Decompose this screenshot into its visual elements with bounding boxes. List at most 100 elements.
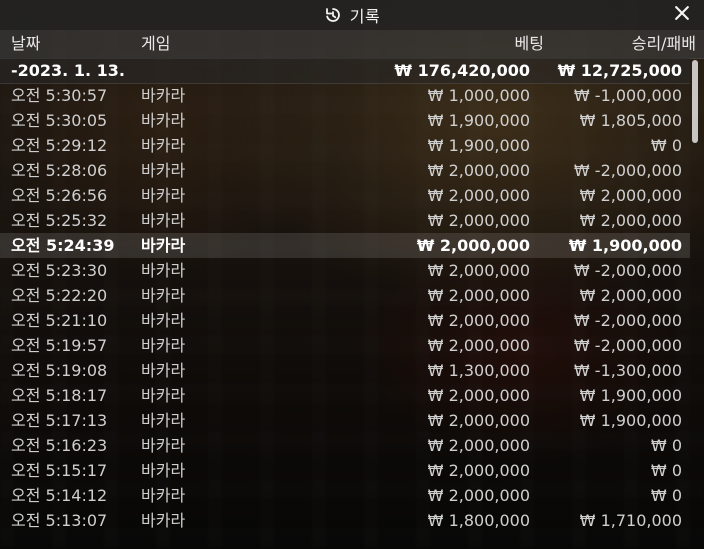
row-result: ₩ 2,000,000	[579, 186, 682, 205]
row-game: 바카라	[141, 361, 186, 380]
row-time: 오전 5:29:12	[11, 136, 108, 155]
history-row[interactable]: 오전 5:25:32 바카라 ₩ 2,000,000 ₩ 2,000,000	[0, 208, 690, 233]
row-result: ₩ -2,000,000	[573, 261, 682, 280]
history-row[interactable]: 오전 5:29:12 바카라 ₩ 1,900,000 ₩ 0	[0, 133, 690, 158]
history-row[interactable]: 오전 5:30:57 바카라 ₩ 1,000,000 ₩ -1,000,000	[0, 83, 690, 108]
row-bet: ₩ 2,000,000	[427, 461, 530, 480]
summary-date: -2023. 1. 13.	[11, 61, 125, 80]
row-result: ₩ 1,710,000	[579, 511, 682, 530]
row-result: ₩ 1,805,000	[579, 111, 682, 130]
row-game: 바카라	[141, 161, 186, 180]
row-bet: ₩ 2,000,000	[427, 311, 530, 330]
row-result: ₩ -1,000,000	[573, 86, 682, 105]
row-game: 바카라	[141, 111, 186, 130]
row-game: 바카라	[141, 236, 186, 255]
column-header-game: 게임	[141, 34, 171, 53]
row-game: 바카라	[141, 211, 186, 230]
row-game: 바카라	[141, 86, 186, 105]
row-time: 오전 5:13:07	[11, 511, 108, 530]
row-game: 바카라	[141, 286, 186, 305]
history-row[interactable]: 오전 5:13:07 바카라 ₩ 1,800,000 ₩ 1,710,000	[0, 508, 690, 533]
row-time: 오전 5:28:06	[11, 161, 108, 180]
history-titlebar: 기록	[0, 0, 704, 30]
history-row[interactable]: 오전 5:19:57 바카라 ₩ 2,000,000 ₩ -2,000,000	[0, 333, 690, 358]
row-time: 오전 5:18:17	[11, 386, 108, 405]
history-row[interactable]: 오전 5:18:17 바카라 ₩ 2,000,000 ₩ 1,900,000	[0, 383, 690, 408]
row-time: 오전 5:23:30	[11, 261, 108, 280]
row-time: 오전 5:15:17	[11, 461, 108, 480]
row-game: 바카라	[141, 261, 186, 280]
history-scrollbar[interactable]	[690, 58, 698, 549]
row-result: ₩ -2,000,000	[573, 161, 682, 180]
row-result: ₩ -2,000,000	[573, 336, 682, 355]
row-time: 오전 5:19:57	[11, 336, 108, 355]
row-time: 오전 5:22:20	[11, 286, 108, 305]
row-bet: ₩ 2,000,000	[427, 211, 530, 230]
history-row[interactable]: 오전 5:19:08 바카라 ₩ 1,300,000 ₩ -1,300,000	[0, 358, 690, 383]
summary-game	[141, 58, 261, 83]
history-row[interactable]: 오전 5:21:10 바카라 ₩ 2,000,000 ₩ -2,000,000	[0, 308, 690, 333]
history-panel: 기록 날짜 게임 베팅 승리/패배 -2023. 1. 13. ₩ 176,42…	[0, 0, 704, 549]
history-row[interactable]: 오전 5:28:06 바카라 ₩ 2,000,000 ₩ -2,000,000	[0, 158, 690, 183]
history-row-highlighted[interactable]: 오전 5:24:39 바카라 ₩ 2,000,000 ₩ 1,900,000	[0, 233, 690, 258]
row-time: 오전 5:30:05	[11, 111, 108, 130]
column-header-bet: 베팅	[514, 34, 544, 53]
row-time: 오전 5:21:10	[11, 311, 108, 330]
row-bet: ₩ 1,900,000	[427, 136, 530, 155]
row-bet: ₩ 2,000,000	[427, 286, 530, 305]
row-bet: ₩ 2,000,000	[427, 186, 530, 205]
row-result: ₩ 0	[650, 436, 682, 455]
close-icon	[672, 3, 692, 27]
row-game: 바카라	[141, 411, 186, 430]
scroll-thumb[interactable]	[692, 60, 698, 143]
close-button[interactable]	[670, 3, 694, 27]
history-row[interactable]: 오전 5:15:17 바카라 ₩ 2,000,000 ₩ 0	[0, 458, 690, 483]
row-result: ₩ 1,900,000	[579, 386, 682, 405]
history-row[interactable]: 오전 5:16:23 바카라 ₩ 2,000,000 ₩ 0	[0, 433, 690, 458]
row-result: ₩ 2,000,000	[579, 286, 682, 305]
row-time: 오전 5:19:08	[11, 361, 108, 380]
row-game: 바카라	[141, 186, 186, 205]
row-game: 바카라	[141, 386, 186, 405]
row-game: 바카라	[141, 486, 186, 505]
row-result: ₩ 2,000,000	[579, 211, 682, 230]
row-result: ₩ -2,000,000	[573, 311, 682, 330]
row-game: 바카라	[141, 311, 186, 330]
summary-result: ₩ 12,725,000	[557, 61, 682, 80]
row-bet: ₩ 2,000,000	[427, 411, 530, 430]
row-bet: ₩ 2,000,000	[427, 486, 530, 505]
history-row[interactable]: 오전 5:23:30 바카라 ₩ 2,000,000 ₩ -2,000,000	[0, 258, 690, 283]
row-bet: ₩ 2,000,000	[427, 261, 530, 280]
column-header-date: 날짜	[11, 34, 41, 53]
row-time: 오전 5:17:13	[11, 411, 108, 430]
row-time: 오전 5:30:57	[11, 86, 108, 105]
row-bet: ₩ 2,000,000	[416, 236, 530, 255]
history-row[interactable]: 오전 5:26:56 바카라 ₩ 2,000,000 ₩ 2,000,000	[0, 183, 690, 208]
history-row[interactable]: 오전 5:30:05 바카라 ₩ 1,900,000 ₩ 1,805,000	[0, 108, 690, 133]
row-bet: ₩ 2,000,000	[427, 386, 530, 405]
row-bet: ₩ 1,000,000	[427, 86, 530, 105]
row-game: 바카라	[141, 511, 186, 530]
row-bet: ₩ 1,800,000	[427, 511, 530, 530]
row-time: 오전 5:25:32	[11, 211, 108, 230]
history-row[interactable]: 오전 5:17:13 바카라 ₩ 2,000,000 ₩ 1,900,000	[0, 408, 690, 433]
summary-bet: ₩ 176,420,000	[394, 61, 530, 80]
column-header-result: 승리/패배	[631, 34, 696, 53]
history-row[interactable]: 오전 5:14:12 바카라 ₩ 2,000,000 ₩ 0	[0, 483, 690, 508]
history-title: 기록	[349, 7, 381, 26]
row-time: 오전 5:24:39	[11, 236, 115, 255]
row-game: 바카라	[141, 136, 186, 155]
row-time: 오전 5:16:23	[11, 436, 108, 455]
history-clock-icon	[324, 6, 342, 24]
row-bet: ₩ 1,300,000	[427, 361, 530, 380]
row-bet: ₩ 2,000,000	[427, 336, 530, 355]
row-bet: ₩ 2,000,000	[427, 161, 530, 180]
row-game: 바카라	[141, 336, 186, 355]
row-game: 바카라	[141, 461, 186, 480]
history-table-header: 날짜 게임 베팅 승리/패배	[0, 30, 704, 59]
history-row[interactable]: 오전 5:22:20 바카라 ₩ 2,000,000 ₩ 2,000,000	[0, 283, 690, 308]
row-result: ₩ 1,900,000	[568, 236, 682, 255]
row-result: ₩ 0	[650, 486, 682, 505]
row-game: 바카라	[141, 436, 186, 455]
row-result: ₩ 0	[650, 136, 682, 155]
